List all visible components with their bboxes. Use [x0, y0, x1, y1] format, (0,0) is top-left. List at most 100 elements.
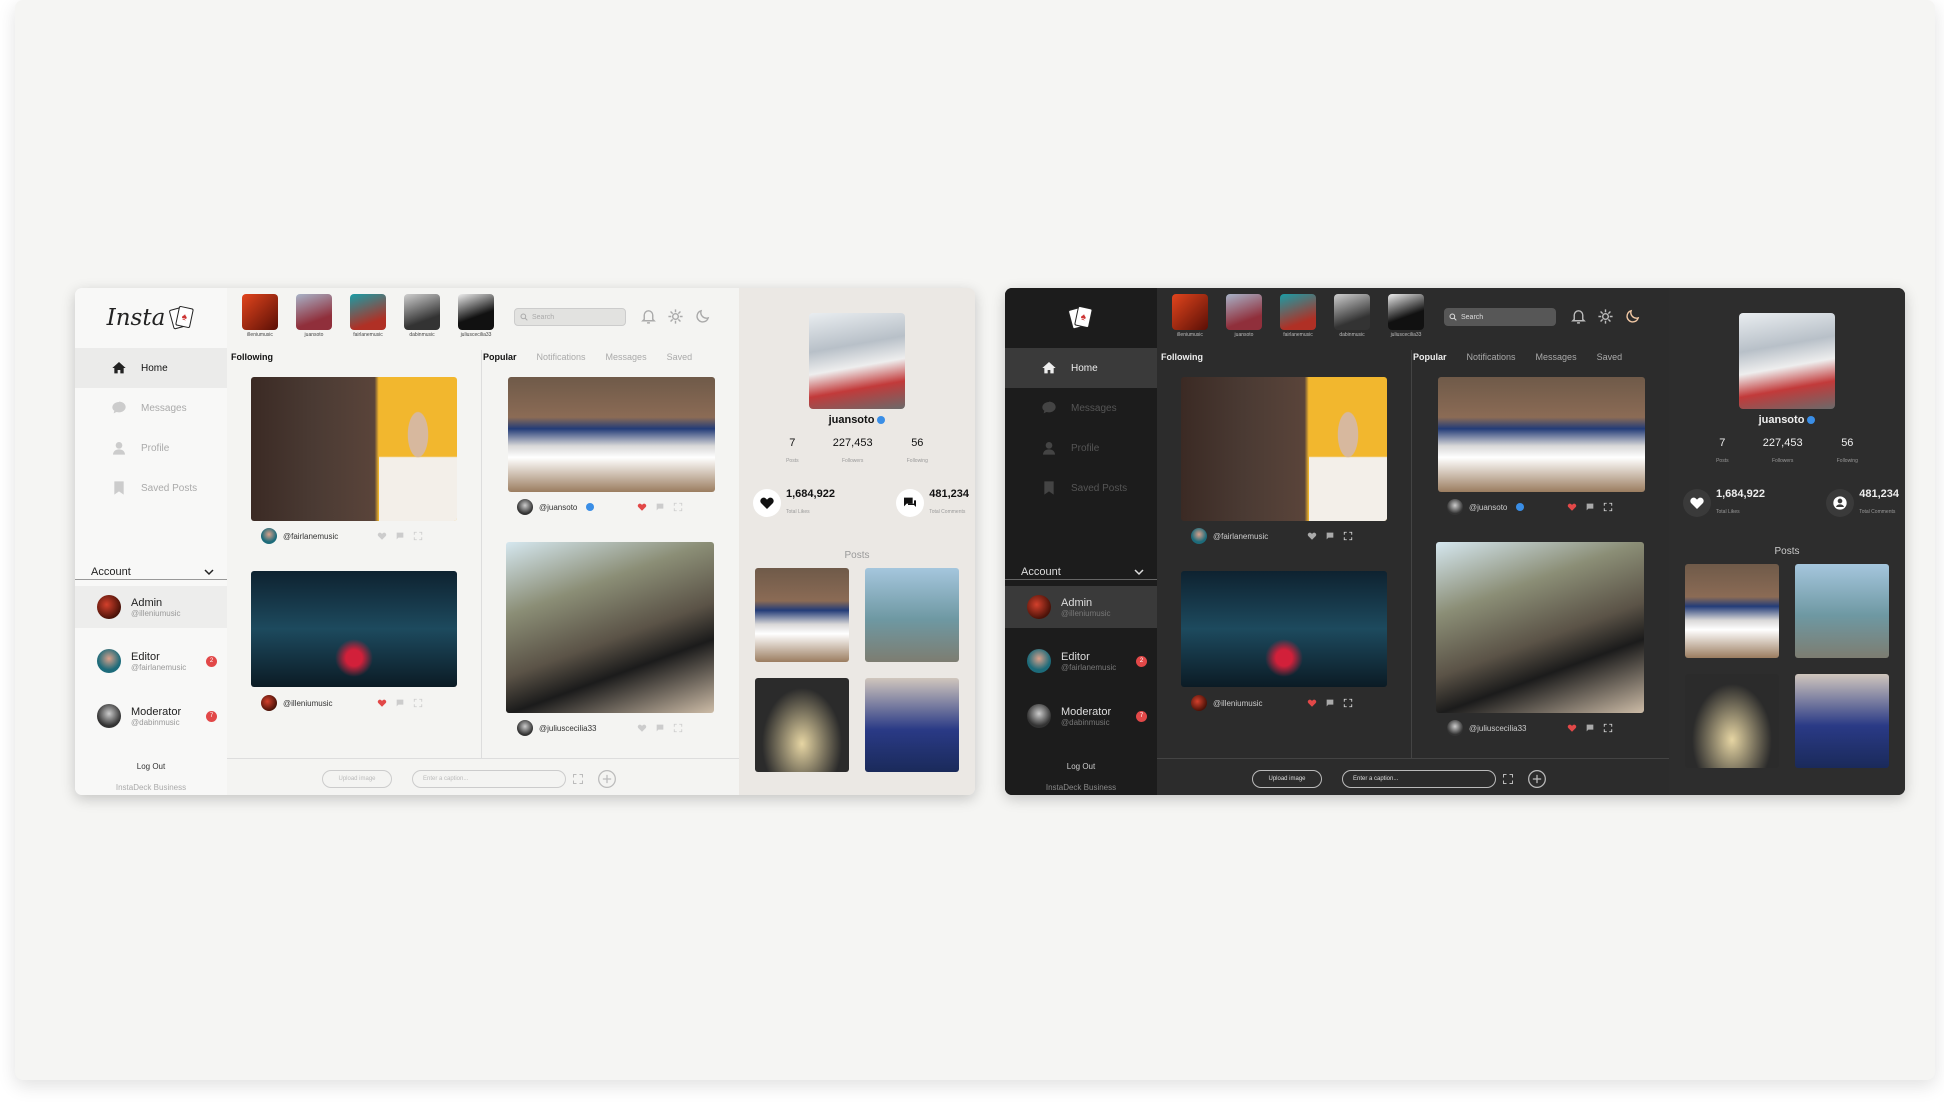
- tab-notifications[interactable]: Notifications: [537, 352, 586, 362]
- caption-input[interactable]: Enter a caption...: [412, 770, 566, 788]
- post-thumbnail[interactable]: [865, 678, 959, 772]
- post-author[interactable]: @juansoto: [517, 499, 595, 515]
- nav-home[interactable]: Home: [1005, 348, 1157, 388]
- post-image[interactable]: [506, 542, 714, 713]
- story-item[interactable]: fairlanemusic: [1275, 294, 1321, 338]
- tab-messages[interactable]: Messages: [1536, 352, 1577, 362]
- comment-icon[interactable]: [395, 698, 405, 708]
- search-input[interactable]: Search: [514, 308, 626, 326]
- account-moderator[interactable]: Moderator @dabinmusic 7: [1005, 695, 1157, 737]
- expand-icon[interactable]: [1343, 531, 1353, 541]
- account-admin[interactable]: Admin @illeniumusic: [75, 586, 227, 628]
- post-author[interactable]: @juliuscecilia33: [517, 720, 596, 736]
- post-image[interactable]: [1181, 571, 1387, 687]
- comment-icon[interactable]: [655, 502, 665, 512]
- post-thumbnail[interactable]: [1685, 674, 1779, 768]
- tab-popular[interactable]: Popular: [483, 352, 517, 362]
- comment-icon[interactable]: [395, 531, 405, 541]
- heart-icon[interactable]: [1307, 698, 1317, 708]
- logout-button[interactable]: Log Out: [75, 762, 227, 771]
- account-editor[interactable]: Editor @fairlanemusic 2: [1005, 640, 1157, 682]
- comment-icon[interactable]: [1325, 531, 1335, 541]
- heart-icon[interactable]: [377, 531, 387, 541]
- post-image[interactable]: [1436, 542, 1644, 713]
- post-image[interactable]: [508, 377, 715, 492]
- post-thumbnail[interactable]: [1795, 564, 1889, 658]
- tab-notifications[interactable]: Notifications: [1467, 352, 1516, 362]
- moon-icon[interactable]: [1624, 308, 1641, 325]
- post-image[interactable]: [1438, 377, 1645, 492]
- profile-photo[interactable]: [1739, 313, 1835, 409]
- nav-saved[interactable]: Saved Posts: [75, 468, 227, 508]
- add-post-icon[interactable]: [1527, 769, 1547, 789]
- story-item[interactable]: juliuscecilia33: [1383, 294, 1429, 338]
- expand-icon[interactable]: [572, 773, 584, 785]
- profile-photo[interactable]: [809, 313, 905, 409]
- heart-icon[interactable]: [637, 723, 647, 733]
- bell-icon[interactable]: [640, 308, 657, 325]
- logo[interactable]: Insta ♠: [75, 288, 227, 348]
- post-author[interactable]: @juliuscecilia33: [1447, 720, 1526, 736]
- post-thumbnail[interactable]: [1795, 674, 1889, 768]
- nav-messages[interactable]: Messages: [75, 388, 227, 428]
- tab-popular[interactable]: Popular: [1413, 352, 1447, 362]
- account-dropdown[interactable]: Account: [75, 564, 227, 580]
- expand-icon[interactable]: [413, 698, 423, 708]
- expand-icon[interactable]: [673, 502, 683, 512]
- nav-home[interactable]: Home: [75, 348, 227, 388]
- story-item[interactable]: juansoto: [291, 294, 337, 338]
- post-author[interactable]: @juansoto: [1447, 499, 1525, 515]
- caption-input[interactable]: Enter a caption...: [1342, 770, 1496, 788]
- tab-saved[interactable]: Saved: [1597, 352, 1623, 362]
- story-item[interactable]: juansoto: [1221, 294, 1267, 338]
- post-image[interactable]: [251, 377, 457, 521]
- nav-saved[interactable]: Saved Posts: [1005, 468, 1157, 508]
- account-editor[interactable]: Editor @fairlanemusic 2: [75, 640, 227, 682]
- heart-icon[interactable]: [377, 698, 387, 708]
- story-item[interactable]: dabinmusic: [1329, 294, 1375, 338]
- nav-profile[interactable]: Profile: [1005, 428, 1157, 468]
- heart-icon[interactable]: [1567, 723, 1577, 733]
- tab-messages[interactable]: Messages: [606, 352, 647, 362]
- expand-icon[interactable]: [673, 723, 683, 733]
- post-thumbnail[interactable]: [755, 678, 849, 772]
- post-author[interactable]: @illeniumusic: [261, 695, 332, 711]
- logout-button[interactable]: Log Out: [1005, 762, 1157, 771]
- expand-icon[interactable]: [1603, 502, 1613, 512]
- story-item[interactable]: illeniumusic: [1167, 294, 1213, 338]
- post-thumbnail[interactable]: [865, 568, 959, 662]
- expand-icon[interactable]: [1343, 698, 1353, 708]
- account-moderator[interactable]: Moderator @dabinmusic 7: [75, 695, 227, 737]
- nav-profile[interactable]: Profile: [75, 428, 227, 468]
- post-image[interactable]: [251, 571, 457, 687]
- account-admin[interactable]: Admin @illeniumusic: [1005, 586, 1157, 628]
- comment-icon[interactable]: [655, 723, 665, 733]
- expand-icon[interactable]: [1502, 773, 1514, 785]
- story-item[interactable]: illeniumusic: [237, 294, 283, 338]
- heart-icon[interactable]: [1307, 531, 1317, 541]
- comment-icon[interactable]: [1325, 698, 1335, 708]
- tab-saved[interactable]: Saved: [667, 352, 693, 362]
- gear-icon[interactable]: [1597, 308, 1614, 325]
- comment-icon[interactable]: [1585, 723, 1595, 733]
- story-item[interactable]: dabinmusic: [399, 294, 445, 338]
- expand-icon[interactable]: [413, 531, 423, 541]
- logo[interactable]: ♠: [1005, 288, 1157, 348]
- post-image[interactable]: [1181, 377, 1387, 521]
- story-item[interactable]: juliuscecilia33: [453, 294, 499, 338]
- post-thumbnail[interactable]: [755, 568, 849, 662]
- post-thumbnail[interactable]: [1685, 564, 1779, 658]
- search-input[interactable]: Search: [1444, 308, 1556, 326]
- upload-image-button[interactable]: Upload image: [322, 770, 392, 788]
- add-post-icon[interactable]: [597, 769, 617, 789]
- post-author[interactable]: @fairlanemusic: [1191, 528, 1268, 544]
- gear-icon[interactable]: [667, 308, 684, 325]
- expand-icon[interactable]: [1603, 723, 1613, 733]
- account-dropdown[interactable]: Account: [1005, 564, 1157, 580]
- post-author[interactable]: @illeniumusic: [1191, 695, 1262, 711]
- comment-icon[interactable]: [1585, 502, 1595, 512]
- heart-icon[interactable]: [637, 502, 647, 512]
- moon-icon[interactable]: [694, 308, 711, 325]
- upload-image-button[interactable]: Upload image: [1252, 770, 1322, 788]
- heart-icon[interactable]: [1567, 502, 1577, 512]
